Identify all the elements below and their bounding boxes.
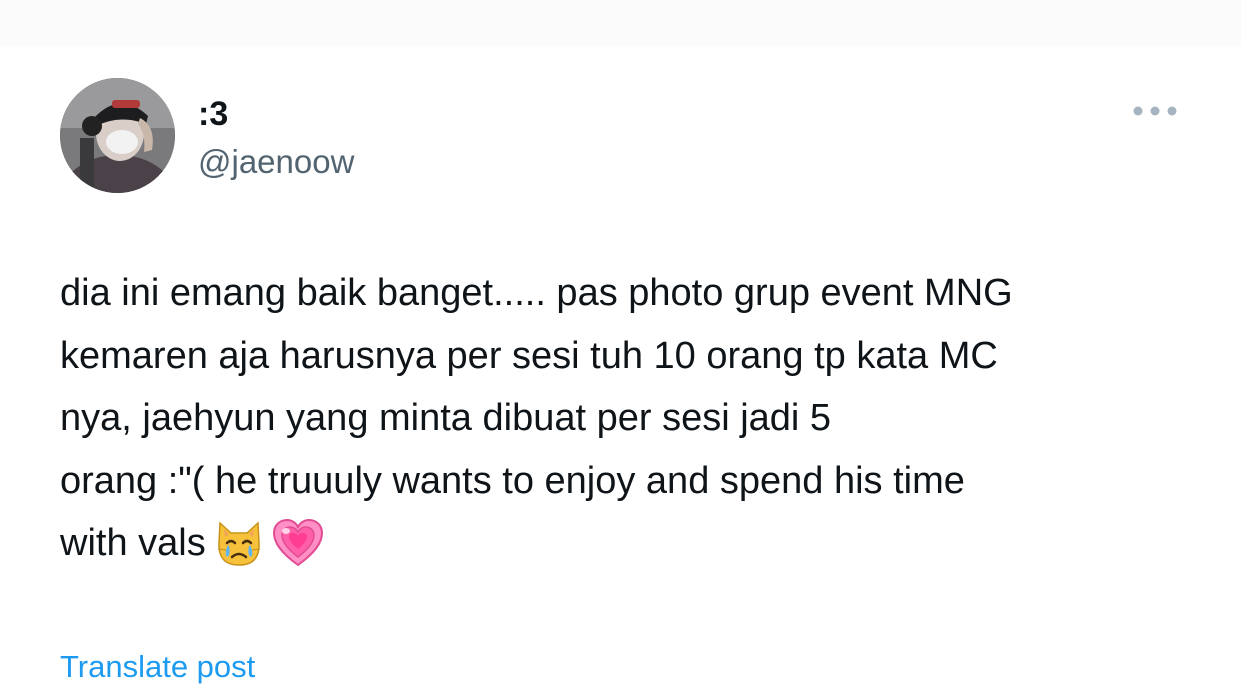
post-text-line: nya, jaehyun yang minta dibuat per sesi …	[60, 397, 832, 439]
post-text-line: kemaren aja harusnya per sesi tuh 10 ora…	[60, 334, 998, 377]
crying-cat-icon	[214, 519, 264, 587]
post-text-line: with vals	[60, 522, 206, 564]
profile-photo-icon	[60, 78, 175, 193]
avatar[interactable]	[60, 78, 175, 193]
username-handle[interactable]: @jaenoow	[198, 142, 354, 182]
post-text-line: dia ini emang baik banget..... pas photo…	[60, 272, 1013, 314]
post-text-last-line: with vals	[60, 512, 1210, 587]
translate-post-link[interactable]: Translate post	[60, 648, 255, 686]
growing-heart-icon	[272, 518, 324, 587]
more-horizontal-icon	[1133, 106, 1177, 116]
post-text-line: orang :"( he truuuly wants to enjoy and …	[60, 459, 965, 502]
display-name[interactable]: :3	[198, 94, 228, 134]
post-text: dia ini emang baik banget..... pas photo…	[60, 262, 1210, 587]
more-options-button[interactable]	[1126, 96, 1184, 126]
top-bar-background	[0, 0, 1241, 46]
